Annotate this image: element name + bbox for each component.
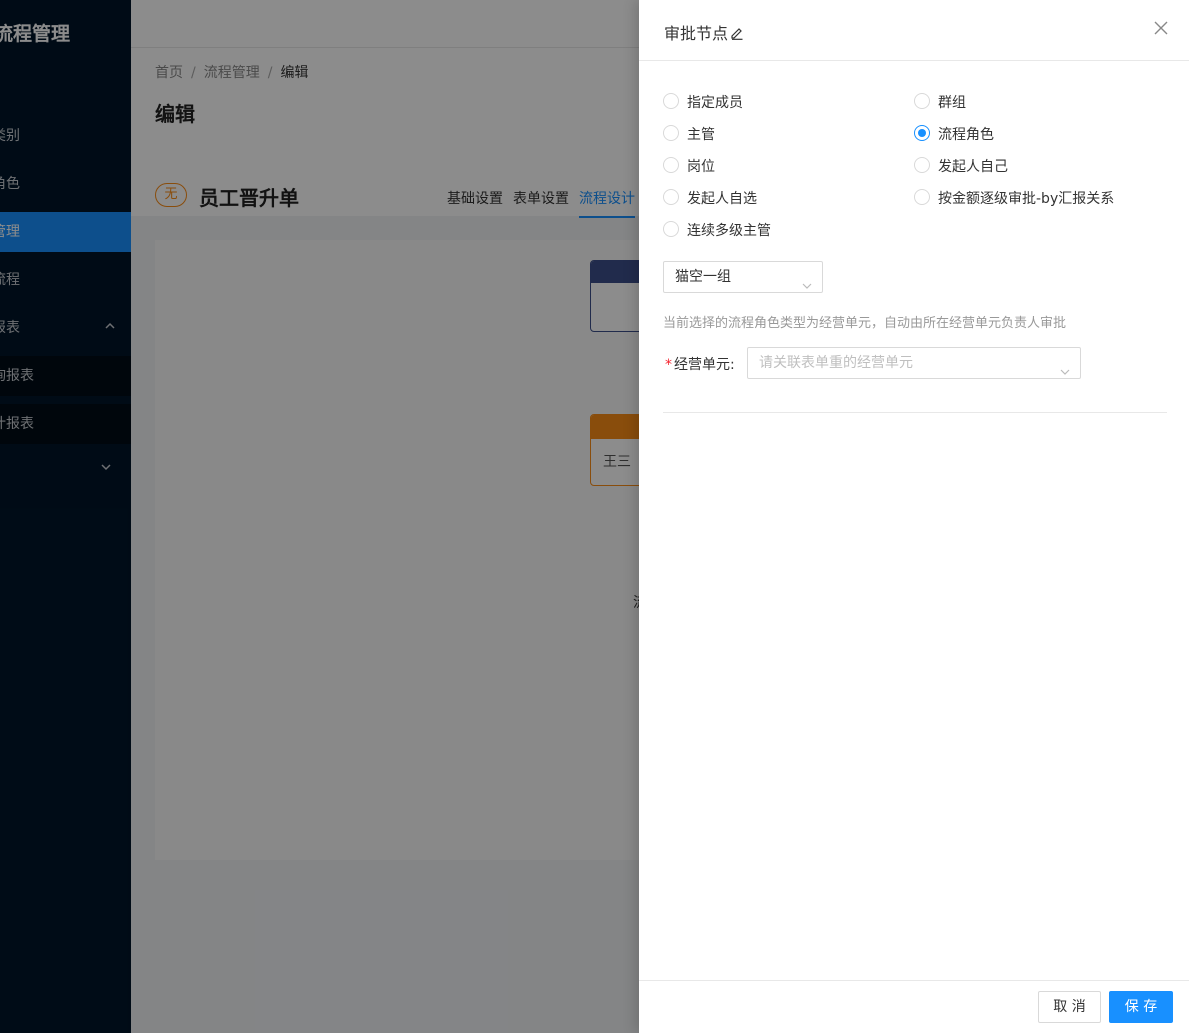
radio-label: 群组 bbox=[938, 95, 966, 111]
radio-label: 按金额逐级审批-by汇报关系 bbox=[938, 191, 1115, 207]
role-hint-text: 当前选择的流程角色类型为经营单元，自动由所在经营单元负责人审批 bbox=[663, 316, 1067, 331]
radio-circle bbox=[914, 125, 930, 141]
business-unit-label: * 经营单元: bbox=[665, 354, 735, 374]
drawer-title: 审批节点 bbox=[664, 20, 744, 44]
radio-label: 发起人自己 bbox=[938, 159, 1008, 175]
radio-label: 主管 bbox=[687, 127, 715, 143]
radio-initiator-self[interactable]: 发起人自己 bbox=[914, 156, 1008, 176]
radio-group-option[interactable]: 群组 bbox=[914, 92, 966, 112]
radio-supervisor[interactable]: 主管 bbox=[663, 124, 715, 144]
chevron-down-icon bbox=[802, 272, 812, 289]
radio-circle bbox=[914, 157, 930, 173]
business-unit-label-text: 经营单元: bbox=[674, 357, 735, 373]
radio-label: 指定成员 bbox=[687, 95, 743, 111]
radio-circle bbox=[663, 93, 679, 109]
business-unit-select[interactable]: 请关联表单重的经营单元 bbox=[747, 347, 1081, 379]
radio-label: 连续多级主管 bbox=[687, 223, 771, 239]
chevron-down-icon bbox=[1060, 358, 1070, 375]
cancel-button[interactable]: 取 消 bbox=[1038, 991, 1101, 1023]
drawer-footer: 取 消 保 存 bbox=[639, 980, 1189, 1033]
radio-circle bbox=[663, 221, 679, 237]
radio-label: 流程角色 bbox=[938, 127, 994, 143]
close-icon[interactable] bbox=[1151, 18, 1171, 38]
radio-initiator-choose[interactable]: 发起人自选 bbox=[663, 188, 757, 208]
radio-label: 岗位 bbox=[687, 159, 715, 175]
radio-flow-role[interactable]: 流程角色 bbox=[914, 124, 994, 144]
radio-amount-escalation[interactable]: 按金额逐级审批-by汇报关系 bbox=[914, 188, 1114, 208]
radio-multi-level-supervisor[interactable]: 连续多级主管 bbox=[663, 220, 771, 240]
flow-role-select[interactable]: 猫空一组 bbox=[663, 261, 823, 293]
radio-circle bbox=[914, 189, 930, 205]
radio-circle bbox=[663, 157, 679, 173]
drawer-header: 审批节点 bbox=[639, 0, 1189, 61]
radio-circle bbox=[663, 125, 679, 141]
radio-position[interactable]: 岗位 bbox=[663, 156, 715, 176]
radio-circle bbox=[663, 189, 679, 205]
business-unit-placeholder: 请关联表单重的经营单元 bbox=[759, 355, 913, 371]
drawer-title-text: 审批节点 bbox=[664, 24, 729, 43]
radio-assigned-member[interactable]: 指定成员 bbox=[663, 92, 743, 112]
radio-circle bbox=[914, 93, 930, 109]
business-unit-form-row: * 经营单元: 请关联表单重的经营单元 bbox=[663, 347, 1183, 379]
required-mark: * bbox=[665, 357, 672, 373]
flow-role-select-value: 猫空一组 bbox=[675, 269, 731, 285]
divider bbox=[663, 412, 1167, 413]
edit-icon[interactable] bbox=[730, 25, 744, 44]
approval-node-drawer: 审批节点 指定成员 群组 主管 流程角色 岗位 发起人自己 发起人自选 按金额逐… bbox=[639, 0, 1189, 1033]
radio-label: 发起人自选 bbox=[687, 191, 757, 207]
save-button[interactable]: 保 存 bbox=[1109, 991, 1173, 1023]
